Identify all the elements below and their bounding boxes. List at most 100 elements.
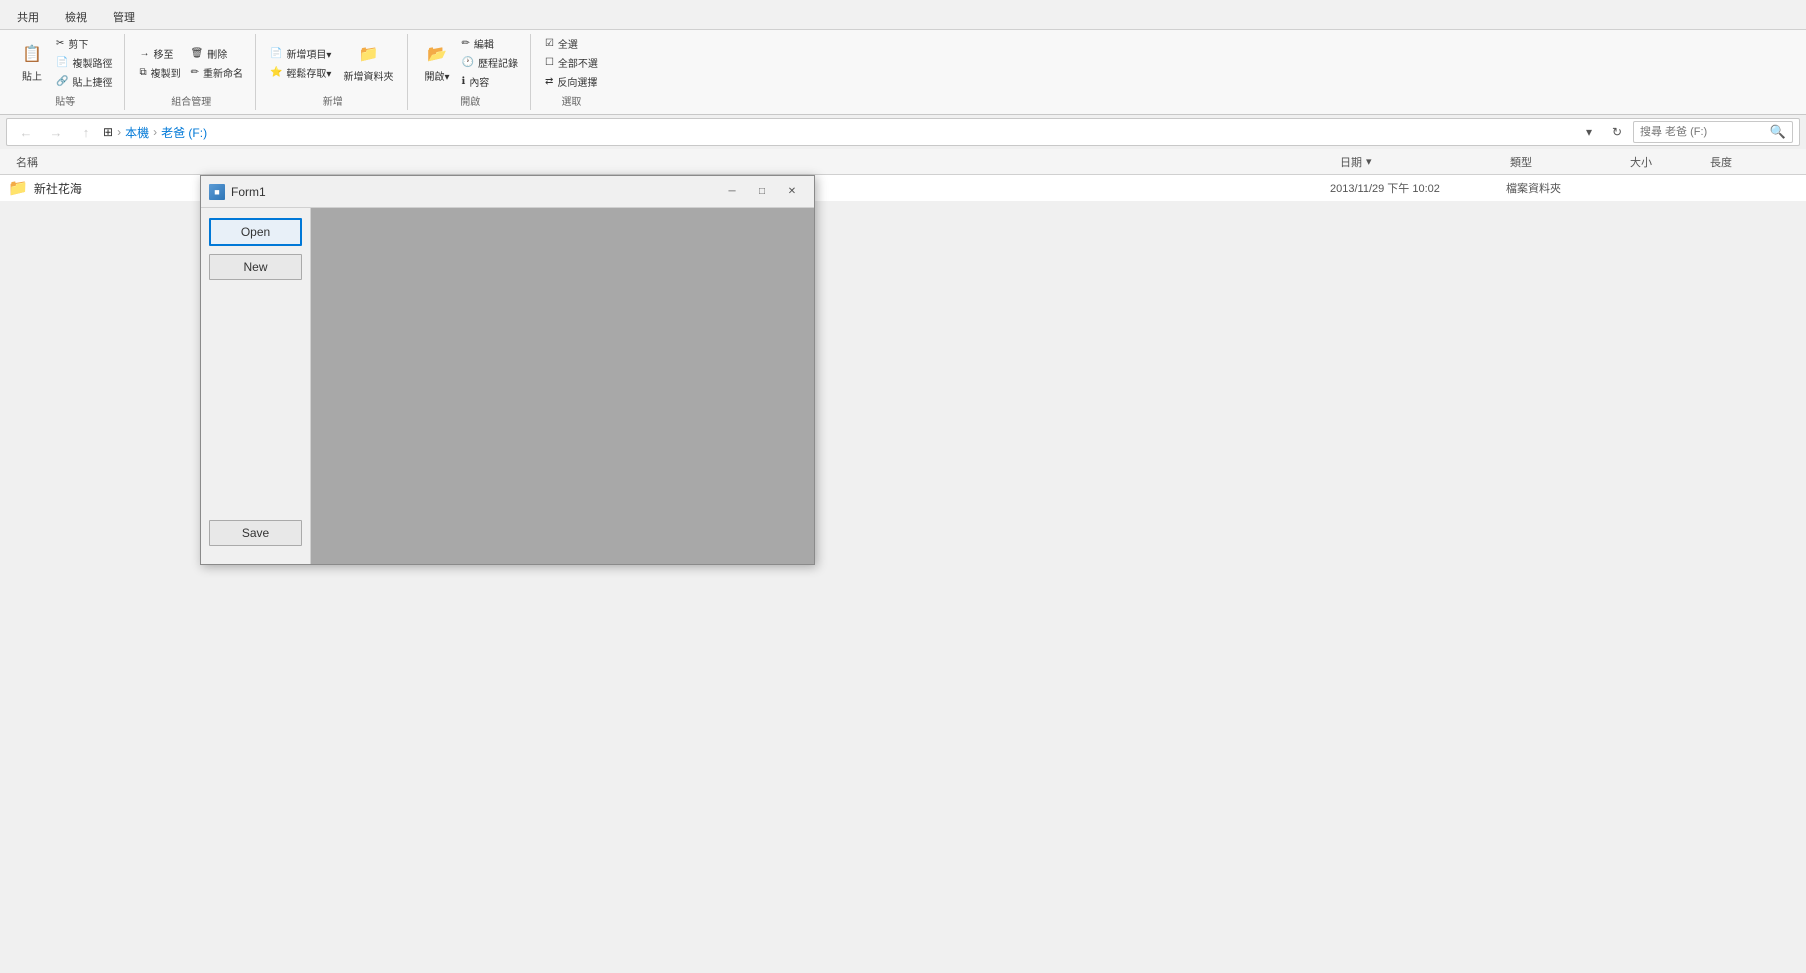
save-button[interactable]: Save	[209, 520, 302, 546]
easy-access-button[interactable]: ⭐ 輕鬆存取▾	[266, 63, 335, 82]
close-button[interactable]: ✕	[778, 182, 806, 202]
refresh-button[interactable]: ↻	[1605, 121, 1629, 143]
rename-button[interactable]: ✏ 重新命名	[187, 63, 247, 82]
history-button[interactable]: 🕐 歷程記錄	[458, 53, 522, 72]
edit-label: 編輯	[474, 36, 494, 51]
col-type-label: 類型	[1510, 157, 1532, 169]
forward-button[interactable]: →	[43, 119, 69, 145]
col-size-label: 大小	[1630, 157, 1652, 169]
col-date-label: 日期	[1340, 154, 1362, 170]
rename-label: 重新命名	[203, 65, 243, 80]
open-button[interactable]: Open	[209, 218, 302, 246]
tab-manage[interactable]: 管理	[100, 4, 148, 29]
dialog-title-icon: ■	[209, 184, 225, 200]
dialog-canvas	[311, 208, 814, 564]
new-folder-label: 新增資料夾	[343, 68, 393, 83]
open-buttons: 📂 開啟▾ ✏ 編輯 🕐 歷程記錄 ℹ 內容	[418, 34, 521, 91]
file-type: 檔案資料夾	[1506, 180, 1626, 196]
dialog-title: ■ Form1	[209, 184, 266, 200]
properties-icon: ℹ	[462, 76, 466, 87]
col-header-date[interactable]: 日期 ▾	[1340, 154, 1510, 170]
select-buttons: ☑ 全選 ☐ 全部不選 ⇄ 反向選擇	[541, 34, 602, 91]
col-header-name[interactable]: 名稱	[16, 154, 1340, 170]
invert-label: 反向選擇	[557, 74, 597, 89]
copy-to-icon: ⧉	[139, 67, 146, 78]
cut-icon: ✂	[56, 38, 64, 49]
column-headers: 名稱 日期 ▾ 類型 大小 長度	[0, 149, 1806, 175]
easy-access-label: 輕鬆存取▾	[286, 65, 331, 80]
minimize-button[interactable]: ─	[718, 182, 746, 202]
properties-button[interactable]: ℹ 內容	[458, 72, 522, 91]
address-bar: ← → ↑ ⊞ › 本機 › 老爸 (F:) ▾ ↻ 🔍	[6, 118, 1800, 146]
col-header-type[interactable]: 類型	[1510, 154, 1630, 170]
select-none-button[interactable]: ☐ 全部不選	[541, 53, 602, 72]
up-button[interactable]: ↑	[73, 119, 99, 145]
properties-label: 內容	[469, 74, 489, 89]
paste-shortcut-button[interactable]: 🔗 貼上捷徑	[52, 72, 116, 91]
open-group-label: 開啟	[418, 93, 521, 108]
tab-view[interactable]: 檢視	[52, 4, 100, 29]
dropdown-button[interactable]: ▾	[1577, 121, 1601, 143]
copy-to-button[interactable]: ⧉ 複製到	[135, 63, 184, 82]
delete-icon: 🗑	[191, 48, 204, 59]
dialog-titlebar: ■ Form1 ─ □ ✕	[201, 176, 814, 208]
back-button[interactable]: ←	[13, 119, 39, 145]
delete-label: 刪除	[207, 46, 227, 61]
search-input[interactable]	[1640, 126, 1766, 138]
ribbon-tabs: 共用 檢視 管理	[0, 4, 1806, 29]
ribbon-group-organize: → 移至 ⧉ 複製到 🗑 刪除 ✏ 重新命名	[127, 34, 256, 110]
invert-button[interactable]: ⇄ 反向選擇	[541, 72, 602, 91]
new-folder-button[interactable]: 📁 新增資料夾	[337, 39, 399, 86]
dialog-title-text: Form1	[231, 185, 266, 199]
dialog-window-controls: ─ □ ✕	[718, 182, 806, 202]
col-header-size[interactable]: 大小	[1630, 154, 1710, 170]
copy-path-icon: 📄	[56, 57, 68, 68]
breadcrumb[interactable]: ⊞ › 本機 › 老爸 (F:)	[103, 124, 1573, 141]
form-icon: ■	[214, 187, 219, 197]
ribbon-group-open: 📂 開啟▾ ✏ 編輯 🕐 歷程記錄 ℹ 內容	[410, 34, 530, 110]
ribbon-group-select: ☑ 全選 ☐ 全部不選 ⇄ 反向選擇 選取	[533, 34, 610, 110]
new-item-button[interactable]: 📄 新增項目▾	[266, 44, 335, 63]
new-item-icon: 📄	[270, 48, 282, 59]
col-length-label: 長度	[1710, 157, 1732, 169]
open-label: 開啟▾	[424, 68, 449, 83]
tab-share[interactable]: 共用	[4, 4, 52, 29]
dialog-sidebar-bottom: Save	[209, 520, 302, 554]
new-button[interactable]: New	[209, 254, 302, 280]
new-col: 📄 新增項目▾ ⭐ 輕鬆存取▾	[266, 44, 335, 82]
ribbon-group-clipboard: 📋 貼上 ✂ 剪下 📄 複製路徑 🔗 貼上捷徑	[6, 34, 125, 110]
open-col: ✏ 編輯 🕐 歷程記錄 ℹ 內容	[458, 34, 522, 91]
breadcrumb-local[interactable]: 本機	[125, 124, 149, 141]
edit-icon: ✏	[462, 38, 470, 49]
dialog-body: Open New Save	[201, 208, 814, 564]
folder-icon: 📁	[8, 178, 28, 198]
select-col: ☑ 全選 ☐ 全部不選 ⇄ 反向選擇	[541, 34, 602, 91]
history-label: 歷程記錄	[478, 55, 518, 70]
col-date-sort-icon: ▾	[1366, 155, 1372, 168]
open-button[interactable]: 📂 開啟▾	[418, 39, 455, 86]
delete-button[interactable]: 🗑 刪除	[187, 44, 247, 63]
paste-button[interactable]: 📋 貼上	[14, 39, 50, 86]
select-group-label: 選取	[541, 93, 602, 108]
copy-to-label: 複製到	[151, 65, 181, 80]
cut-button[interactable]: ✂ 剪下	[52, 34, 116, 53]
new-group-label: 新增	[266, 93, 399, 108]
col-header-length[interactable]: 長度	[1710, 154, 1790, 170]
breadcrumb-drive[interactable]: 老爸 (F:)	[161, 124, 207, 141]
maximize-button[interactable]: □	[748, 182, 776, 202]
search-icon[interactable]: 🔍	[1770, 124, 1786, 140]
move-to-button[interactable]: → 移至	[135, 44, 184, 63]
organize-group-label: 組合管理	[135, 93, 247, 108]
ribbon-group-new: 📄 新增項目▾ ⭐ 輕鬆存取▾ 📁 新增資料夾 新增	[258, 34, 408, 110]
copy-path-button[interactable]: 📄 複製路徑	[52, 53, 116, 72]
cut-label: 剪下	[68, 36, 88, 51]
clipboard-col: ✂ 剪下 📄 複製路徑 🔗 貼上捷徑	[52, 34, 116, 91]
col-name-label: 名稱	[16, 154, 38, 170]
breadcrumb-sep1: ›	[117, 125, 121, 139]
select-all-button[interactable]: ☑ 全選	[541, 34, 602, 53]
paste-shortcut-icon: 🔗	[56, 76, 68, 87]
breadcrumb-sep2: ›	[153, 125, 157, 139]
select-all-label: 全選	[558, 36, 578, 51]
rename-icon: ✏	[191, 67, 199, 78]
edit-button[interactable]: ✏ 編輯	[458, 34, 522, 53]
